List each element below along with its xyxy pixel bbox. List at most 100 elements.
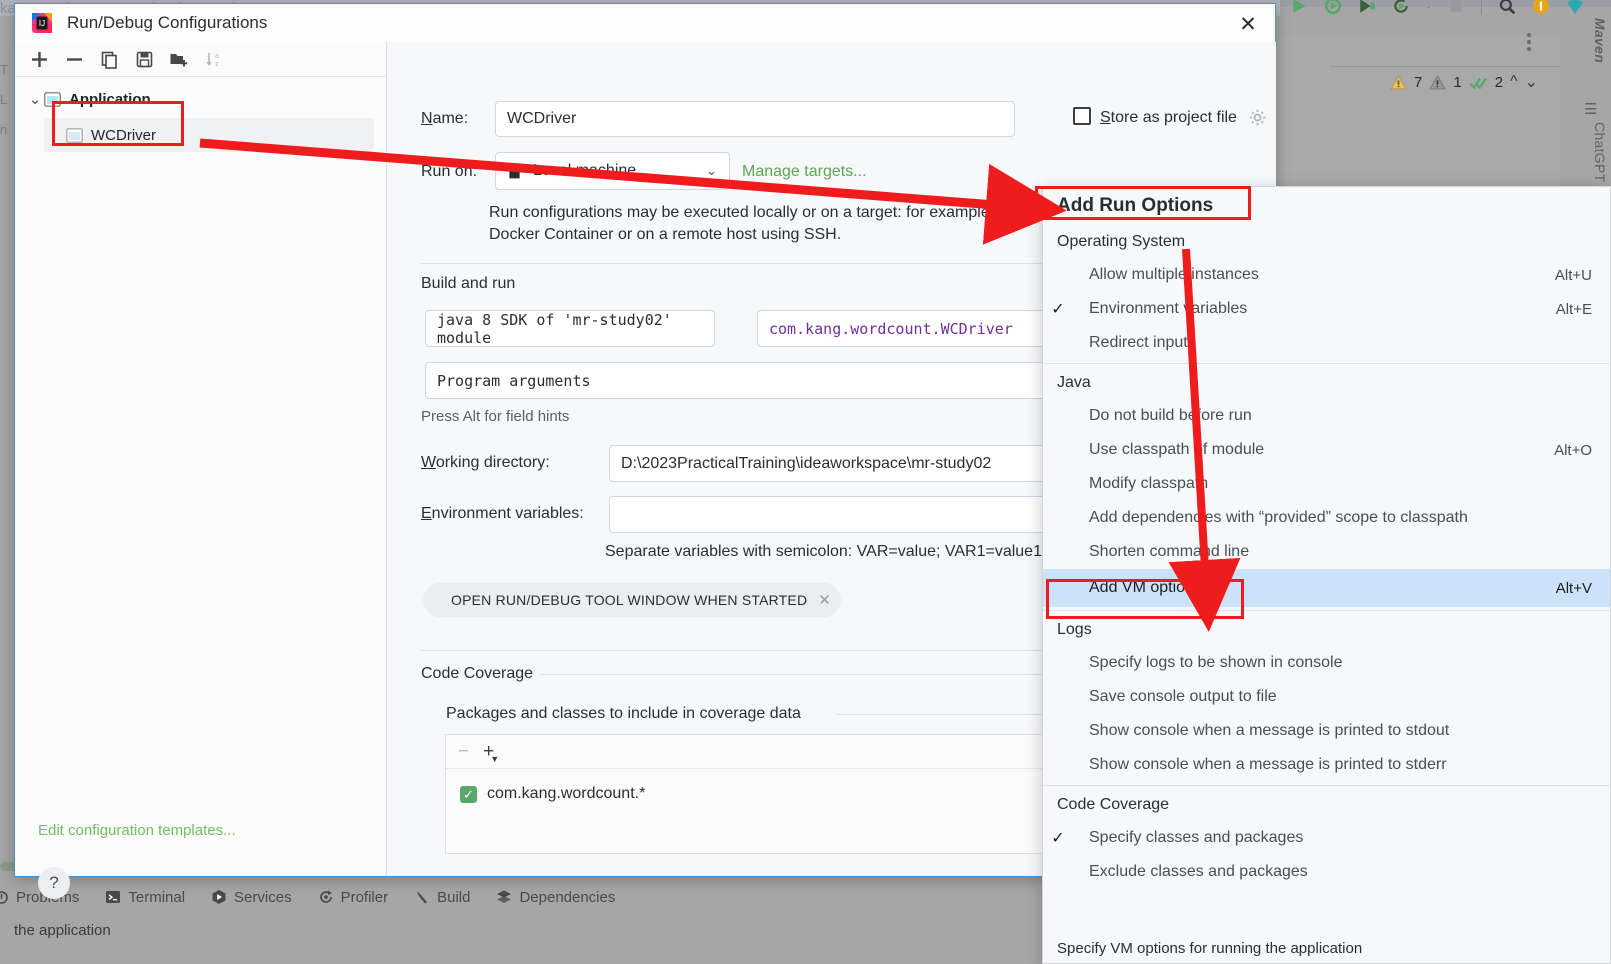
- editor-background: [1280, 36, 1560, 196]
- toolbar-divider-dot: ·: [1426, 0, 1431, 15]
- bottom-bar-item-dependencies[interactable]: Dependencies: [496, 889, 615, 906]
- chip-label: OPEN RUN/DEBUG TOOL WINDOW WHEN STARTED: [451, 592, 808, 608]
- menu-item-add-vm-options[interactable]: Add VM options Alt+V: [1043, 569, 1610, 607]
- bottom-bar-item-build[interactable]: Build: [414, 889, 470, 906]
- toolwindow-maven[interactable]: Maven: [1586, 18, 1608, 63]
- popup-title: Add Run Options: [1057, 195, 1214, 216]
- bottom-bar-item-terminal[interactable]: Terminal: [105, 889, 185, 906]
- chevron-down-icon[interactable]: ⌄: [706, 163, 717, 179]
- edit-configuration-templates-link[interactable]: Edit configuration templates...: [38, 822, 236, 839]
- sort-az-button[interactable]: az: [201, 46, 227, 72]
- add-package-button[interactable]: + ▼: [483, 741, 499, 764]
- menu-item-label: Allow multiple instances: [1089, 266, 1259, 283]
- tree-node-label: Application: [69, 90, 151, 108]
- add-configuration-button[interactable]: [26, 46, 52, 72]
- bottom-bar-item-services[interactable]: Services: [211, 889, 292, 906]
- menu-item-use-classpath-of-module[interactable]: Use classpath of module Alt+O: [1043, 433, 1610, 467]
- toolwindow-chatgpt[interactable]: ChatGPT: [1586, 122, 1608, 182]
- menu-item-label: Shorten command line: [1089, 543, 1250, 560]
- menu-item-environment-variables[interactable]: ✓ Environment variables Alt+E: [1043, 292, 1610, 326]
- menu-item-specify-logs[interactable]: Specify logs to be shown in console: [1043, 646, 1610, 680]
- help-button[interactable]: ?: [38, 867, 70, 899]
- store-as-project-file-checkbox[interactable]: [1073, 107, 1091, 125]
- menu-item-shortcut: Alt+U: [1554, 266, 1592, 284]
- working-directory-label: Working directory:: [421, 454, 550, 471]
- run-with-coverage-icon[interactable]: [1324, 0, 1342, 15]
- copy-configuration-button[interactable]: [96, 46, 122, 72]
- warning-triangle-icon: [1390, 74, 1407, 89]
- environment-variables-label: Environment variables:: [421, 505, 584, 522]
- menu-item-exclude-classes-and-packages[interactable]: Exclude classes and packages: [1043, 855, 1610, 889]
- toolbar-divider: [1481, 0, 1482, 15]
- code-coverage-title: Code Coverage: [421, 665, 543, 683]
- svg-text:a: a: [215, 53, 219, 60]
- open-run-debug-tool-window-chip[interactable]: OPEN RUN/DEBUG TOOL WINDOW WHEN STARTED …: [423, 583, 842, 617]
- application-icon: [66, 127, 83, 143]
- run-on-combobox[interactable]: Local machine ⌄: [495, 152, 730, 190]
- run-on-value: Local machine: [533, 162, 637, 179]
- bottom-bar-label: Terminal: [128, 888, 186, 906]
- name-input[interactable]: WCDriver: [495, 101, 1015, 137]
- menu-item-allow-multiple-instances[interactable]: Allow multiple instances Alt+U: [1043, 258, 1610, 292]
- svg-text:IJ: IJ: [39, 19, 45, 28]
- menu-separator: [1043, 610, 1610, 611]
- application-icon: [44, 91, 61, 107]
- ide-run-toolbar[interactable]: ·: [1290, 0, 1584, 18]
- menu-item-show-console-stderr[interactable]: Show console when a message is printed t…: [1043, 748, 1610, 782]
- bottom-bar-label: Build: [437, 888, 471, 906]
- tree-item-wcdriver[interactable]: WCDriver: [44, 118, 374, 152]
- previous-problem-icon[interactable]: ^: [1510, 73, 1518, 91]
- menu-item-do-not-build-before-run[interactable]: Do not build before run: [1043, 399, 1610, 433]
- profile-icon[interactable]: [1392, 0, 1410, 15]
- manage-targets-link[interactable]: Manage targets...: [742, 163, 867, 181]
- bottom-bar-item-profiler[interactable]: Profiler: [318, 888, 389, 906]
- store-as-project-file-label[interactable]: Store as project file: [1100, 109, 1237, 127]
- menu-item-shorten-command-line[interactable]: Shorten command line: [1043, 535, 1610, 569]
- configurations-tree[interactable]: ⌄ Application WCDriver: [16, 77, 386, 152]
- menu-item-add-provided-dependencies[interactable]: Add dependencies with “provided” scope t…: [1043, 501, 1610, 535]
- debug-icon[interactable]: [1358, 0, 1376, 15]
- menu-item-redirect-input[interactable]: Redirect input: [1043, 326, 1610, 360]
- bottom-bar-label: Dependencies: [519, 888, 616, 906]
- dependencies-icon: [497, 890, 512, 903]
- tree-node-application[interactable]: ⌄ Application: [16, 84, 386, 114]
- weak-warning-count: 1: [1453, 73, 1462, 91]
- menu-item-specify-classes-and-packages[interactable]: ✓ Specify classes and packages: [1043, 821, 1610, 855]
- menu-item-shortcut: Alt+V: [1555, 579, 1592, 597]
- close-icon[interactable]: ✕: [818, 591, 831, 609]
- problems-icon: [0, 890, 8, 904]
- tree-item-label: WCDriver: [91, 126, 156, 144]
- notifications-icon[interactable]: [1532, 0, 1550, 15]
- remove-configuration-button[interactable]: [61, 46, 87, 72]
- next-problem-icon[interactable]: ⌄: [1525, 72, 1538, 92]
- more-options-icon[interactable]: [1527, 30, 1533, 52]
- row-checkbox[interactable]: ✓: [460, 785, 477, 803]
- menu-item-save-console-output[interactable]: Save console output to file: [1043, 680, 1610, 714]
- configurations-toolbar[interactable]: az: [16, 42, 386, 77]
- run-icon[interactable]: [1290, 0, 1308, 15]
- remove-package-button[interactable]: −: [458, 741, 469, 763]
- dialog-title-bar: IJ Run/Debug Configurations ✕: [15, 4, 1275, 42]
- bottom-bar-label: Profiler: [340, 888, 389, 906]
- search-icon[interactable]: [1498, 0, 1516, 15]
- menu-item-label: Environment variables: [1089, 300, 1248, 317]
- intellij-idea-icon: IJ: [32, 13, 52, 33]
- close-icon[interactable]: ✕: [1231, 10, 1265, 38]
- jre-module-combobox[interactable]: java 8 SDK of 'mr-study02' module: [425, 310, 715, 347]
- menu-item-modify-classpath[interactable]: Modify classpath: [1043, 467, 1610, 501]
- add-run-options-popup: Add Run Options Operating System Allow m…: [1042, 186, 1611, 964]
- left-sliver-labels: TLn: [0, 62, 8, 137]
- account-icon[interactable]: [1566, 0, 1584, 15]
- menu-item-show-console-stdout[interactable]: Show console when a message is printed t…: [1043, 714, 1610, 748]
- gear-icon[interactable]: [1249, 109, 1266, 126]
- save-configuration-button[interactable]: [131, 46, 157, 72]
- terminal-icon: [106, 891, 121, 903]
- weak-warning-triangle-icon: [1429, 74, 1447, 89]
- new-folder-button[interactable]: [166, 46, 192, 72]
- menu-item-label: Specify classes and packages: [1089, 829, 1304, 846]
- chevron-down-icon[interactable]: ⌄: [26, 90, 44, 108]
- inspection-widget[interactable]: 7 1 2 ^ ⌄: [1390, 72, 1538, 92]
- stop-icon[interactable]: [1447, 0, 1465, 15]
- bottom-bar-label: Services: [234, 888, 292, 906]
- name-label: Name:: [421, 110, 469, 127]
